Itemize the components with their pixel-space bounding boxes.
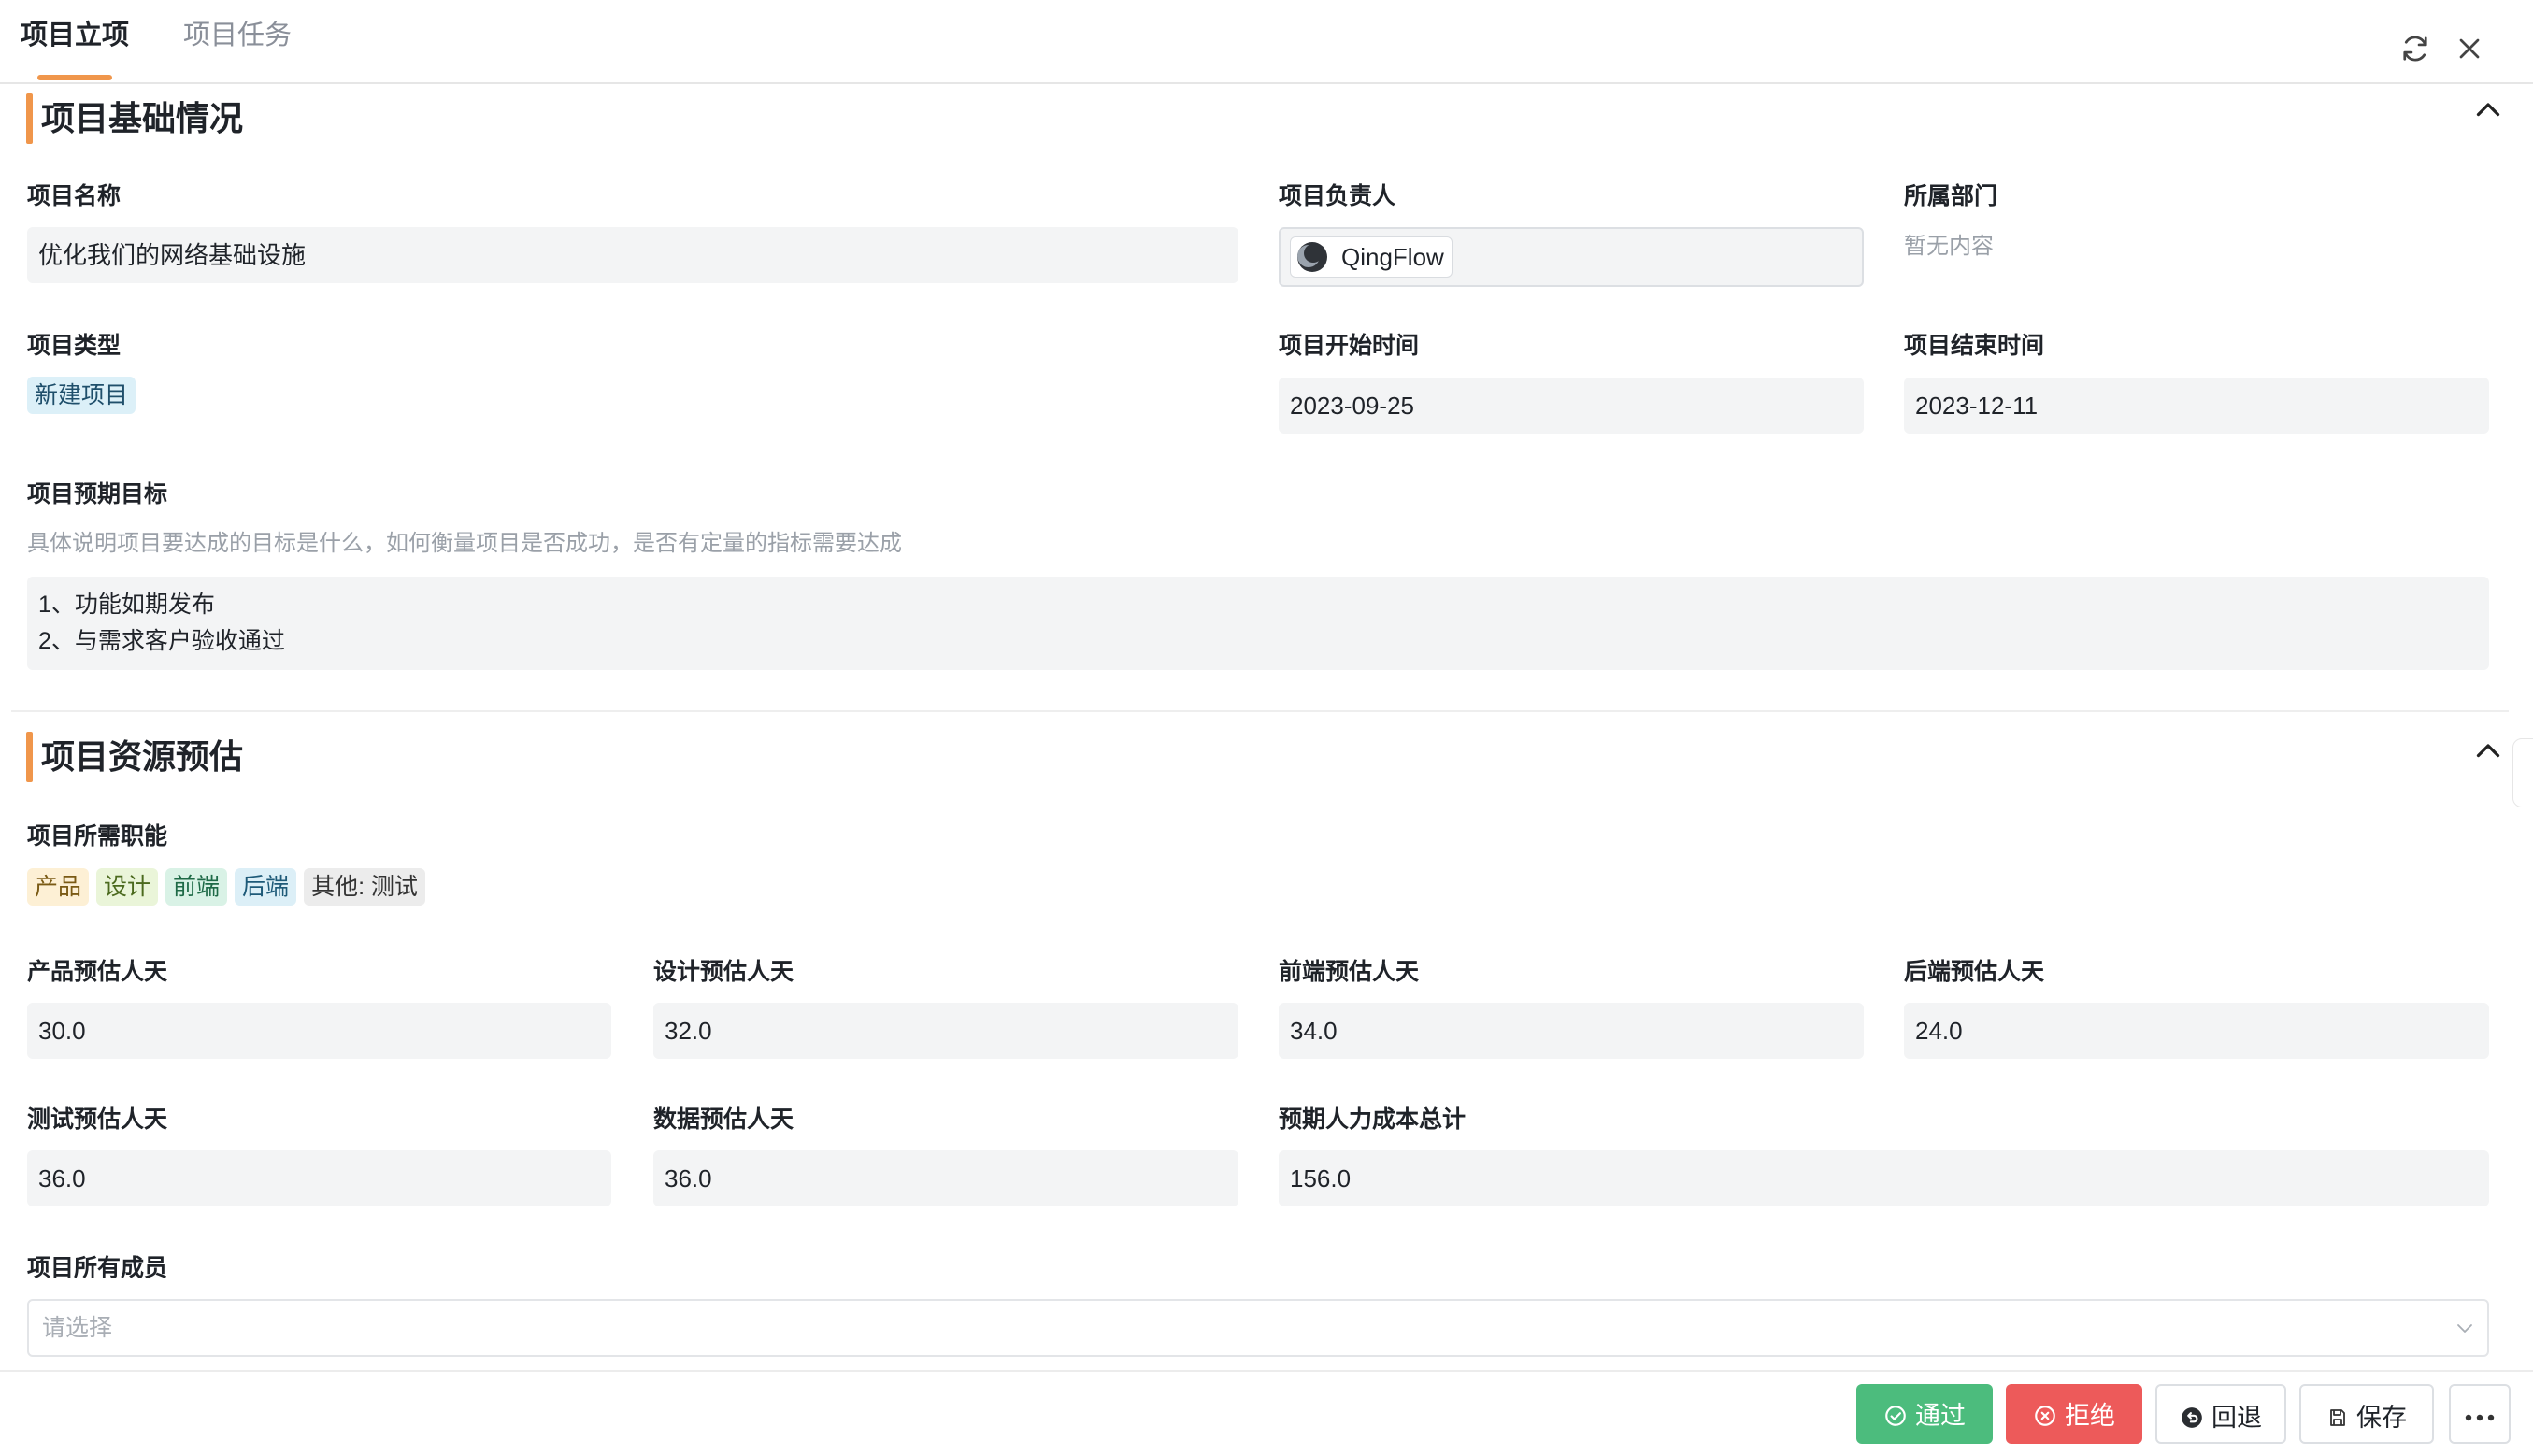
save-label: 保存	[2356, 1403, 2407, 1432]
design-days-label: 设计预估人天	[653, 959, 794, 985]
check-circle-icon	[1885, 1406, 1906, 1426]
role-tag-other: 其他: 测试	[304, 868, 425, 906]
avatar	[1297, 242, 1327, 272]
project-type-tag: 新建项目	[27, 377, 136, 414]
members-placeholder: 请选择	[42, 1315, 113, 1341]
owner-label: 项目负责人	[1279, 183, 1396, 209]
close-icon[interactable]	[2453, 32, 2486, 65]
tab-project-tasks[interactable]: 项目任务	[183, 17, 292, 54]
start-date-field[interactable]: 2023-09-25	[1279, 378, 1864, 434]
goal-label: 项目预期目标	[27, 481, 168, 507]
department-label: 所属部门	[1904, 183, 1998, 209]
product-days-label: 产品预估人天	[27, 959, 168, 985]
design-days-field[interactable]: 32.0	[653, 1003, 1238, 1059]
chevron-up-icon[interactable]	[2471, 93, 2505, 127]
section-accent-bar	[26, 93, 33, 144]
approve-button[interactable]: 通过	[1856, 1384, 1993, 1444]
owner-field[interactable]: QingFlow	[1279, 227, 1864, 287]
roles-tags: 产品 设计 前端 后端 其他: 测试	[27, 868, 433, 906]
data-days-field[interactable]: 36.0	[653, 1150, 1238, 1206]
active-tab-indicator	[37, 75, 112, 80]
top-tab-bar: 项目立项 项目任务	[0, 0, 2533, 84]
role-tag-frontend: 前端	[165, 868, 228, 906]
action-footer	[0, 1370, 2533, 1456]
frontend-days-label: 前端预估人天	[1279, 959, 1420, 985]
save-button[interactable]: 保存	[2299, 1384, 2434, 1444]
role-tag-product: 产品	[27, 868, 90, 906]
reject-button[interactable]: 拒绝	[2006, 1384, 2142, 1444]
start-date-label: 项目开始时间	[1279, 333, 1420, 359]
data-days-label: 数据预估人天	[653, 1106, 794, 1133]
project-type-value: 新建项目	[27, 377, 143, 414]
close-circle-icon	[2035, 1406, 2055, 1426]
rollback-button[interactable]: 回退	[2155, 1384, 2286, 1444]
role-tag-design: 设计	[96, 868, 159, 906]
role-tag-backend: 后端	[235, 868, 297, 906]
test-days-field[interactable]: 36.0	[27, 1150, 611, 1206]
more-icon	[2465, 1414, 2495, 1421]
undo-icon	[2182, 1407, 2202, 1428]
tab-project-initiation[interactable]: 项目立项	[21, 17, 129, 54]
goal-line-2: 2、与需求客户验收通过	[38, 628, 285, 654]
backend-days-field[interactable]: 24.0	[1904, 1003, 2489, 1059]
product-days-field[interactable]: 30.0	[27, 1003, 611, 1059]
backend-days-label: 后端预估人天	[1904, 959, 2045, 985]
project-type-label: 项目类型	[27, 333, 122, 359]
total-cost-field[interactable]: 156.0	[1279, 1150, 2489, 1206]
user-chip: QingFlow	[1290, 236, 1453, 278]
approve-label: 通过	[1915, 1401, 1966, 1430]
goal-field[interactable]: 1、功能如期发布 2、与需求客户验收通过	[27, 577, 2489, 670]
roles-label: 项目所需职能	[27, 823, 168, 849]
project-name-field[interactable]: 优化我们的网络基础设施	[27, 227, 1238, 283]
section-accent-bar	[26, 732, 33, 782]
frontend-days-field[interactable]: 34.0	[1279, 1003, 1864, 1059]
department-empty-value: 暂无内容	[1904, 234, 1994, 259]
end-date-field[interactable]: 2023-12-11	[1904, 378, 2489, 434]
section-divider	[11, 710, 2509, 712]
side-panel-handle[interactable]	[2512, 738, 2533, 807]
rollback-label: 回退	[2211, 1403, 2262, 1432]
chevron-up-icon[interactable]	[2471, 735, 2505, 768]
more-button[interactable]	[2449, 1384, 2511, 1444]
save-icon	[2330, 1408, 2345, 1426]
goal-line-1: 1、功能如期发布	[38, 592, 215, 618]
total-cost-label: 预期人力成本总计	[1279, 1106, 1467, 1133]
refresh-icon[interactable]	[2398, 32, 2432, 65]
members-select[interactable]: 请选择	[27, 1299, 2489, 1357]
goal-hint: 具体说明项目要达成的目标是什么，如何衡量项目是否成功，是否有定量的指标需要达成	[27, 531, 902, 556]
test-days-label: 测试预估人天	[27, 1106, 168, 1133]
project-name-label: 项目名称	[27, 183, 122, 209]
section-title-resource-estimate: 项目资源预估	[41, 737, 244, 776]
end-date-label: 项目结束时间	[1904, 333, 2045, 359]
reject-label: 拒绝	[2065, 1401, 2115, 1430]
section-title-basic-info: 项目基础情况	[41, 99, 244, 137]
members-label: 项目所有成员	[27, 1255, 168, 1281]
owner-name: QingFlow	[1341, 242, 1444, 271]
chevron-down-icon	[2457, 1324, 2472, 1333]
